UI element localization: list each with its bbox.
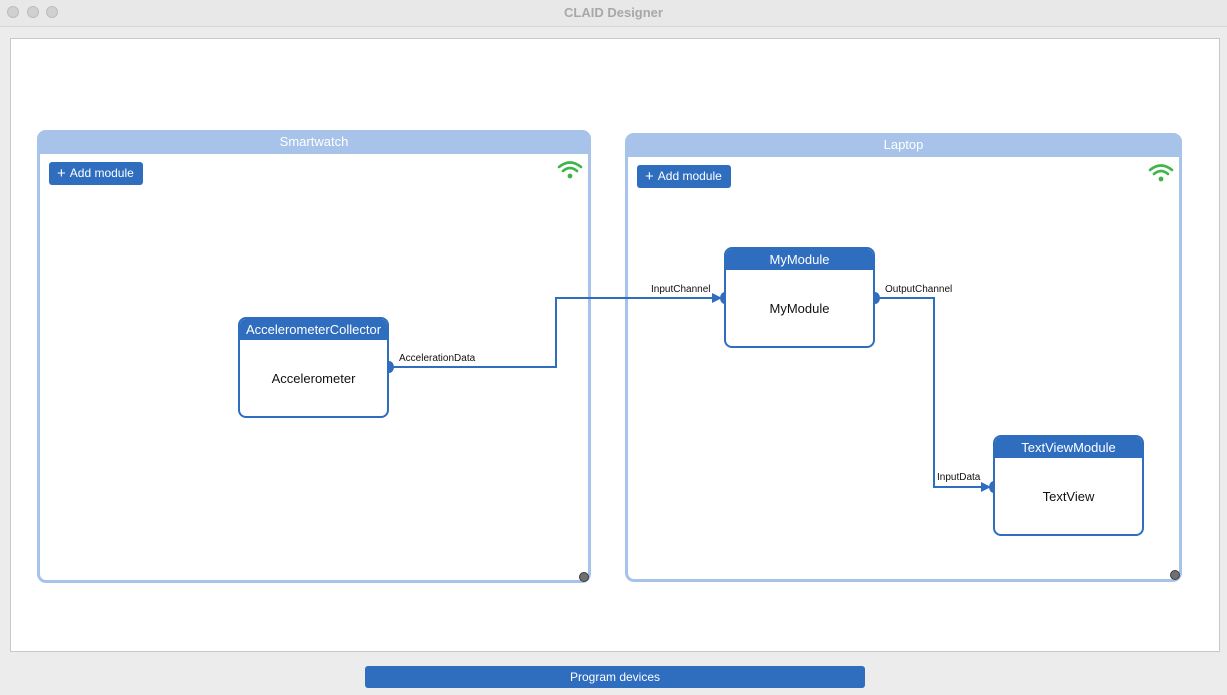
module-name: MyModule: [769, 300, 830, 316]
plus-icon: +: [57, 165, 66, 182]
window-title: CLAID Designer: [564, 5, 663, 20]
module-textview[interactable]: TextViewModule TextView: [993, 435, 1144, 536]
resize-handle-laptop[interactable]: [1170, 570, 1180, 580]
program-devices-button[interactable]: Program devices: [365, 666, 865, 688]
module-title: AccelerometerCollector: [240, 319, 387, 340]
add-module-label: Add module: [657, 169, 722, 183]
module-accelerometer-collector[interactable]: AccelerometerCollector Accelerometer: [238, 317, 389, 418]
device-header-smartwatch[interactable]: Smartwatch: [37, 130, 591, 154]
title-bar: CLAID Designer: [0, 0, 1227, 27]
port-label-output-channel: OutputChannel: [885, 284, 953, 295]
add-module-button-laptop[interactable]: + Add module: [637, 165, 731, 188]
module-title: MyModule: [726, 249, 873, 270]
module-name: Accelerometer: [271, 370, 356, 386]
plus-icon: +: [645, 168, 654, 185]
port-label-acceleration-data: AccelerationData: [399, 353, 476, 364]
wifi-icon: [557, 161, 583, 179]
module-title: TextViewModule: [995, 437, 1142, 458]
port-label-input-channel: InputChannel: [651, 284, 711, 295]
wifi-icon: [1148, 164, 1174, 182]
port-label-input-data: InputData: [937, 472, 981, 483]
module-name: TextView: [1042, 488, 1095, 504]
device-header-laptop[interactable]: Laptop: [625, 133, 1182, 157]
resize-handle-smartwatch[interactable]: [579, 572, 589, 582]
add-module-label: Add module: [69, 166, 134, 180]
module-mymodule[interactable]: MyModule MyModule: [724, 247, 875, 348]
add-module-button-smartwatch[interactable]: + Add module: [49, 162, 143, 185]
